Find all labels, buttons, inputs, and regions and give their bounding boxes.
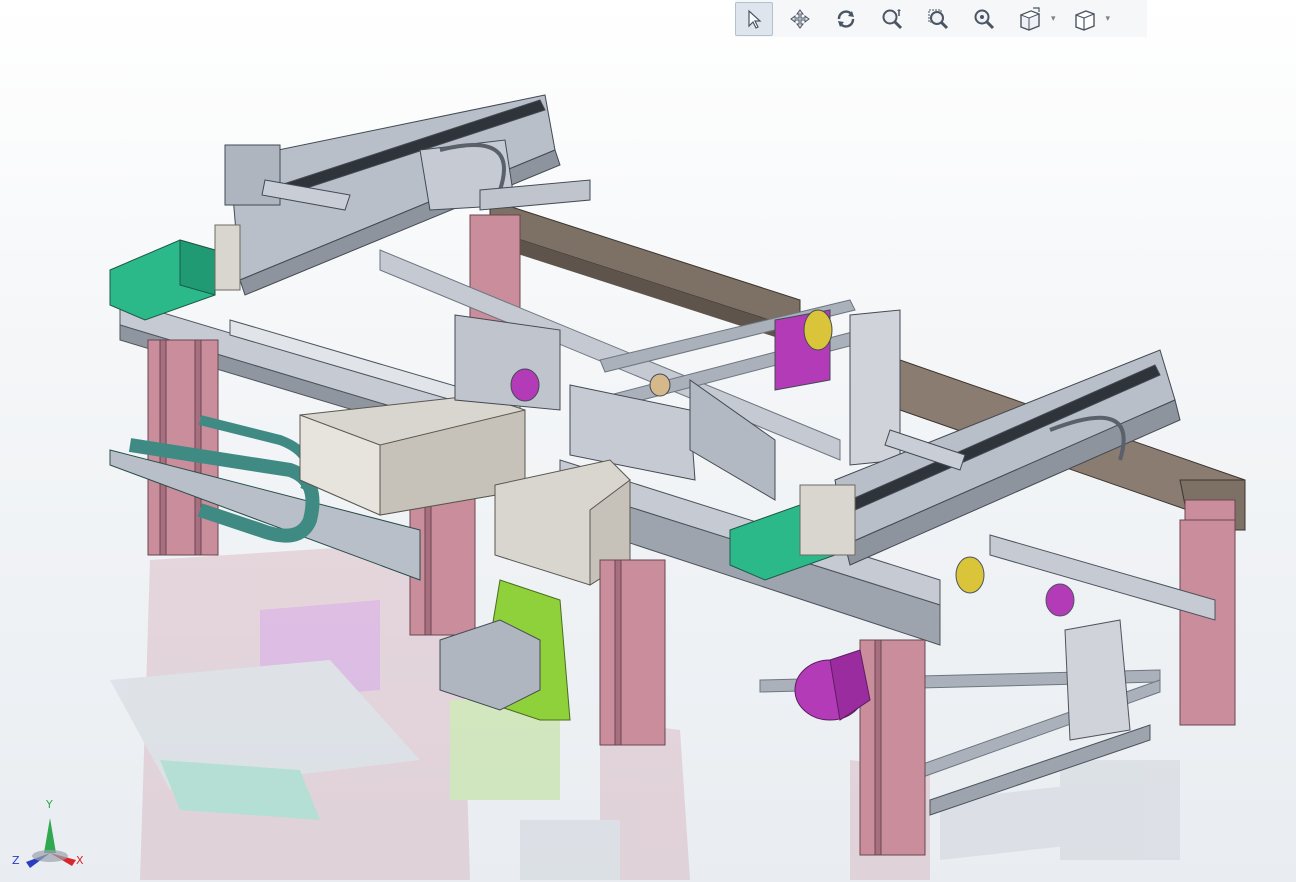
cad-viewport[interactable]: ▾ ▾ Y X Z (0, 0, 1296, 882)
zoom-button[interactable] (873, 2, 911, 36)
left-teal-motor (109, 224, 241, 321)
select-button[interactable] (735, 1, 773, 36)
pan-icon (790, 8, 810, 29)
view-orientation-dropdown-icon[interactable]: ▾ (1051, 14, 1056, 24)
rotate-icon (837, 9, 855, 28)
zoom-fit-button[interactable] (965, 2, 1003, 36)
y-axis-label: Y (46, 798, 53, 811)
zoom-icon (882, 8, 903, 29)
display-style-dropdown-icon[interactable]: ▾ (1106, 14, 1111, 24)
display-style-icon (1074, 9, 1095, 31)
x-axis-label: X (76, 854, 84, 867)
rotate-button[interactable] (827, 2, 865, 36)
view-orientation-icon (1019, 6, 1041, 31)
view-toolbar: ▾ ▾ (735, 0, 1147, 37)
assembly-model[interactable] (0, 0, 1296, 882)
display-style-button[interactable] (1066, 2, 1104, 36)
z-axis-label: Z (12, 854, 20, 867)
zoom-fit-icon (974, 9, 995, 29)
zoom-area-icon (928, 9, 949, 29)
view-orientation-button[interactable] (1011, 2, 1049, 36)
select-icon (748, 9, 762, 29)
zoom-area-button[interactable] (919, 2, 957, 36)
magenta-motor (794, 649, 871, 721)
pan-button[interactable] (781, 2, 819, 36)
left-beige-motor (299, 394, 526, 516)
coordinate-triad: Y X Z (10, 798, 90, 874)
